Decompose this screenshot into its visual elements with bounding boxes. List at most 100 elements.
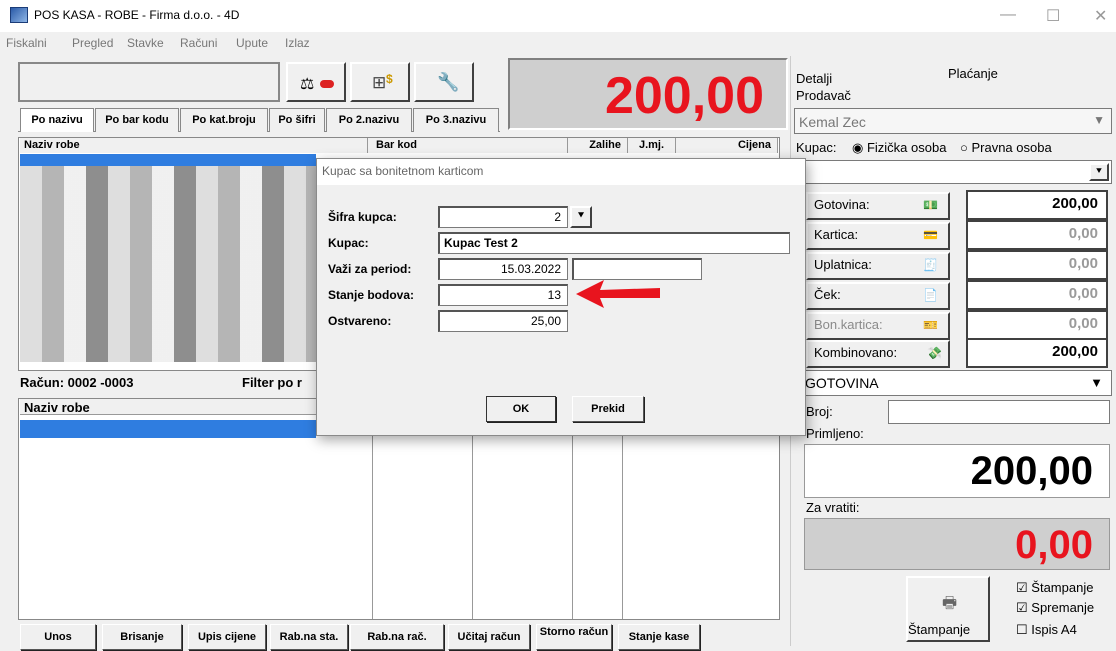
checkbox-stampanje[interactable]: ☑ Štampanje [1016, 580, 1112, 596]
payment-bon-kartica-value[interactable]: 0,00 [966, 310, 1108, 340]
brisanje-button[interactable]: Brisanje [102, 624, 182, 650]
cancel-button[interactable]: Prekid [572, 396, 644, 422]
customer-field[interactable]: Kupac Test 2 [438, 232, 790, 254]
settings-button[interactable]: 🔧 [414, 62, 474, 102]
checkbox-spremanje-label: Spremanje [1031, 600, 1095, 615]
wrench-icon: 🔧 [437, 72, 460, 92]
radio-fizicka-label: Fizička osoba [866, 140, 947, 155]
payment-kartica-button[interactable]: Kartica: 💳 [806, 222, 950, 250]
number-input[interactable] [888, 400, 1110, 424]
menu-bar [0, 32, 1116, 54]
menu-stavke[interactable]: Stavke [127, 36, 164, 50]
col-jmj[interactable]: J.mj. [628, 138, 676, 153]
menu-upute[interactable]: Upute [236, 36, 268, 50]
dialog-title: Kupac sa bonitetnom karticom [322, 164, 484, 178]
minimize-button[interactable]: — [1000, 6, 1016, 24]
payment-cek-label: Ček: [814, 287, 841, 302]
checkbox-ispis-a4-label: Ispis A4 [1031, 622, 1077, 637]
total-display: 200,00 [508, 58, 788, 130]
checkbox-empty-icon: ☐ [1016, 622, 1032, 637]
tab-po-sifri[interactable]: Po šifri [269, 108, 325, 132]
payment-cek-value[interactable]: 0,00 [966, 280, 1108, 310]
print-button[interactable]: 🖶 Štampanje [906, 576, 990, 642]
slip-icon: 🧾 [923, 258, 938, 272]
close-button[interactable]: ✕ [1094, 6, 1107, 26]
storno-racun-button[interactable]: Storno račun [536, 624, 612, 650]
period-from-field[interactable]: 15.03.2022 [438, 258, 568, 280]
selected-product-row[interactable] [20, 154, 316, 166]
customer-id-dropdown-icon[interactable]: ⯆ [570, 206, 592, 228]
ok-button[interactable]: OK [486, 396, 556, 422]
col-bar-kod[interactable]: Bar kod [368, 138, 568, 153]
toggle-icon [320, 80, 334, 88]
scale-button[interactable]: ⚖ [286, 62, 346, 102]
tab-placanje[interactable]: Plaćanje [948, 66, 998, 81]
search-input[interactable] [18, 62, 280, 102]
payment-kombinovano-label: Kombinovano: [814, 345, 898, 360]
payment-kombinovano-value[interactable]: 200,00 [966, 338, 1108, 368]
points-field[interactable]: 13 [438, 284, 568, 306]
customer-select[interactable]: ⯆ [794, 160, 1112, 184]
tab-po-nazivu[interactable]: Po nazivu [20, 108, 94, 132]
print-label: Štampanje [908, 622, 971, 637]
seller-label: Prodavač [796, 88, 851, 103]
customer-id-field[interactable]: 2 [438, 206, 568, 228]
maximize-button[interactable]: ☐ [1046, 6, 1060, 26]
payment-gotovina-value[interactable]: 200,00 [966, 190, 1108, 220]
achieved-field[interactable]: 25,00 [438, 310, 568, 332]
checkbox-spremanje[interactable]: ☑ Spremanje [1016, 600, 1112, 616]
payment-uplatnica-button[interactable]: Uplatnica: 🧾 [806, 252, 950, 280]
ucitaj-racun-button[interactable]: Učitaj račun [448, 624, 530, 650]
printer-icon: 🖶 [942, 595, 958, 612]
payment-kombinovano-button[interactable]: Kombinovano: 💸 [806, 340, 950, 368]
receipt-selected-row[interactable] [20, 420, 316, 438]
radio-pravna[interactable]: ○ Pravna osoba [960, 140, 1112, 155]
payment-uplatnica-value[interactable]: 0,00 [966, 250, 1108, 280]
radio-pravna-label: Pravna osoba [971, 140, 1052, 155]
tab-po-2-nazivu[interactable]: Po 2.nazivu [326, 108, 412, 132]
col-naziv-robe[interactable]: Naziv robe [20, 138, 368, 153]
upis-cijene-button[interactable]: Upis cijene [188, 624, 266, 650]
tab-po-3-nazivu[interactable]: Po 3.nazivu [413, 108, 499, 132]
received-value: 200,00 [970, 449, 1093, 493]
payment-kartica-label: Kartica: [814, 227, 859, 242]
unos-button[interactable]: Unos [20, 624, 96, 650]
rab-na-rac-button[interactable]: Rab.na rač. [350, 624, 444, 650]
checkbox-ispis-a4[interactable]: ☐ Ispis A4 [1016, 622, 1112, 638]
radio-fizicka[interactable]: ◉ Fizička osoba [852, 140, 960, 156]
checkbox-checked-icon: ☑ [1016, 600, 1032, 615]
menu-fiskalni[interactable]: Fiskalni [6, 36, 47, 50]
calculator-button[interactable]: ⊞ $ [350, 62, 410, 102]
col-cijena[interactable]: Cijena [676, 138, 778, 153]
checkbox-checked-icon: ☑ [1016, 580, 1032, 595]
cash-icon: 💵 [923, 198, 938, 212]
col-zalihe[interactable]: Zalihe [568, 138, 628, 153]
payment-gotovina-label: Gotovina: [814, 197, 870, 212]
received-box[interactable]: 200,00 [804, 444, 1110, 498]
payment-type-select[interactable]: GOTOVINA ▼ [800, 370, 1112, 396]
app-icon [10, 7, 28, 23]
receipt-label: Račun: 0002 -0003 [20, 375, 134, 390]
tab-po-bar-kodu[interactable]: Po bar kodu [95, 108, 179, 132]
card-icon: 💳 [923, 228, 938, 242]
stanje-kase-button[interactable]: Stanje kase [618, 624, 700, 650]
menu-izlaz[interactable]: Izlaz [285, 36, 310, 50]
tab-po-kat-broju[interactable]: Po kat.broju [180, 108, 268, 132]
payment-bon-kartica-button[interactable]: Bon.kartica: 🎫 [806, 312, 950, 340]
change-value: 0,00 [1015, 523, 1093, 567]
chevron-down-icon: ▼ [1093, 113, 1105, 127]
tab-detalji[interactable]: Detalji [796, 71, 832, 86]
points-label: Stanje bodova: [328, 288, 415, 302]
payment-cek-button[interactable]: Ček: 📄 [806, 282, 950, 310]
receipt-col-naziv[interactable]: Naziv robe [24, 400, 90, 415]
payment-kartica-value[interactable]: 0,00 [966, 220, 1108, 250]
payment-gotovina-button[interactable]: Gotovina: 💵 [806, 192, 950, 220]
menu-pregled[interactable]: Pregled [72, 36, 113, 50]
customer-dropdown-icon[interactable]: ⯆ [1089, 163, 1109, 181]
seller-select[interactable]: Kemal Zec ▼ [794, 108, 1112, 134]
payment-bon-kartica-label: Bon.kartica: [814, 317, 883, 332]
menu-racuni[interactable]: Računi [180, 36, 217, 50]
number-label: Broj: [806, 404, 833, 419]
check-icon: 📄 [923, 288, 938, 302]
rab-na-sta-button[interactable]: Rab.na sta. [270, 624, 348, 650]
